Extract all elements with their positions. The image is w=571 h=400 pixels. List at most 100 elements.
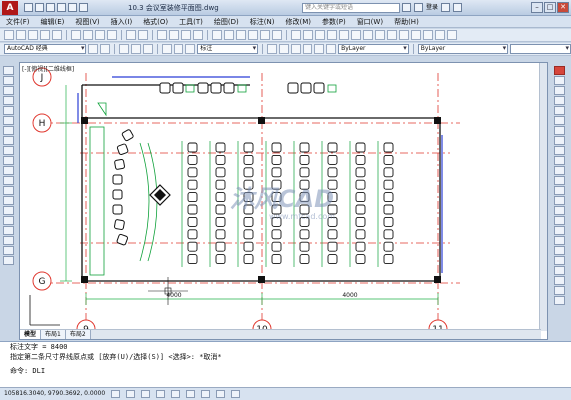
redo-icon[interactable] [79,3,88,12]
dim-angular-icon[interactable] [363,30,373,40]
layer-previous-icon[interactable] [142,44,153,54]
redo-icon[interactable] [138,30,148,40]
lineweight-select[interactable] [510,44,571,54]
zoom-window-icon[interactable] [181,30,191,40]
vertical-scrollbar[interactable] [539,63,547,331]
ellipse-icon[interactable] [3,156,14,165]
join-icon[interactable] [553,196,565,205]
layer-isolate-icon[interactable] [290,44,301,54]
pan-icon[interactable] [157,30,167,40]
osnap-perpendicular-icon[interactable] [553,296,565,305]
erase-icon[interactable] [553,66,565,75]
grid-display-icon[interactable] [126,390,136,398]
menu-modify[interactable]: 修改(M) [285,17,311,27]
point-icon[interactable] [3,196,14,205]
dim-aligned-icon[interactable] [303,30,313,40]
autocad-logo-icon[interactable]: A [2,0,18,15]
minimize-button[interactable]: – [531,2,543,13]
open-file-icon[interactable] [35,3,44,12]
dim-diameter-icon[interactable] [351,30,361,40]
make-block-icon[interactable] [3,186,14,195]
center-mark-icon[interactable] [423,30,433,40]
dim-arc-icon[interactable] [315,30,325,40]
snap-mode-icon[interactable] [111,390,121,398]
current-layer-select[interactable]: 标注 [197,44,259,54]
open-icon[interactable] [16,30,26,40]
chamfer-icon[interactable] [553,206,565,215]
menu-dimension[interactable]: 标注(N) [250,17,275,27]
menu-parametric[interactable]: 参数(P) [322,17,346,27]
save-icon[interactable] [46,3,55,12]
make-current-icon[interactable] [267,44,277,54]
search-input[interactable]: 键入关键字或短语 [302,3,400,13]
dim-linear-icon[interactable] [291,30,301,40]
ortho-mode-icon[interactable] [141,390,151,398]
insert-block-icon[interactable] [3,176,14,185]
user-icon[interactable] [414,3,423,12]
break-at-point-icon[interactable] [553,176,565,185]
maximize-button[interactable]: □ [544,2,556,13]
exchange-icon[interactable] [441,3,451,12]
menu-help[interactable]: 帮助(H) [394,17,419,27]
layer-off-icon[interactable] [326,44,337,54]
osnap-intersection-icon[interactable] [553,266,565,275]
close-button[interactable]: ✕ [557,2,569,13]
osnap-center-icon[interactable] [553,276,565,285]
quick-dim-icon[interactable] [375,30,385,40]
polygon-icon[interactable] [3,96,14,105]
gradient-icon[interactable] [3,216,14,225]
object-snap-icon[interactable] [171,390,181,398]
undo-icon[interactable] [126,30,136,40]
move-icon[interactable] [553,116,565,125]
command-input[interactable]: 命令: DLI [0,366,571,376]
linetype-select[interactable]: ByLayer [417,44,509,54]
explode-icon[interactable] [553,236,565,245]
menu-view[interactable]: 视图(V) [75,17,99,27]
dim-edit-icon[interactable] [435,30,445,40]
polyline-icon[interactable] [3,86,14,95]
zoom-previous-icon[interactable] [193,30,203,40]
viewport-controls[interactable]: [-][俯视][二维线框] [22,64,74,73]
paste-icon[interactable] [95,30,105,40]
match-properties-icon[interactable] [107,30,117,40]
fillet-icon[interactable] [553,216,565,225]
extend-icon[interactable] [553,166,565,175]
sun-icon[interactable] [173,44,184,54]
dim-baseline-icon[interactable] [387,30,397,40]
login-link[interactable]: 登录 [426,3,438,13]
lineweight-icon[interactable] [231,390,241,398]
menu-edit[interactable]: 编辑(E) [41,17,65,27]
offset-icon[interactable] [553,96,565,105]
color-select[interactable]: ByLayer [338,44,409,54]
bulb-icon[interactable] [161,44,172,54]
blend-icon[interactable] [553,226,565,235]
ellipse-arc-icon[interactable] [3,166,14,175]
osnap-quadrant-icon[interactable] [553,286,565,295]
hatch-icon[interactable] [3,206,14,215]
menu-file[interactable]: 文件(F) [6,17,30,27]
preview-icon[interactable] [52,30,62,40]
dim-radius-icon[interactable] [339,30,349,40]
menu-format[interactable]: 格式(O) [143,17,168,27]
break-icon[interactable] [553,186,565,195]
copy-icon[interactable] [83,30,93,40]
drawing-canvas[interactable]: [-][俯视][二维线框] H G 9 10 11 J [19,62,548,340]
object-snap-tracking-icon[interactable] [186,390,196,398]
workspace-select[interactable]: AutoCAD 经典 [4,44,87,54]
design-center-icon[interactable] [224,30,234,40]
dynamic-input-icon[interactable] [216,390,226,398]
binoculars-icon[interactable] [402,3,411,12]
menu-tools[interactable]: 工具(T) [179,17,203,27]
dim-ordinate-icon[interactable] [327,30,337,40]
lock-icon[interactable] [185,44,196,54]
revision-cloud-icon[interactable] [3,136,14,145]
add-selected-icon[interactable] [3,256,14,265]
construction-line-icon[interactable] [3,76,14,85]
tolerance-icon[interactable] [411,30,421,40]
sheet-set-icon[interactable] [248,30,258,40]
line-icon[interactable] [3,66,14,75]
table-icon[interactable] [3,236,14,245]
mirror-icon[interactable] [553,86,565,95]
layer-state-icon[interactable] [130,44,141,54]
copy-object-icon[interactable] [553,76,565,85]
